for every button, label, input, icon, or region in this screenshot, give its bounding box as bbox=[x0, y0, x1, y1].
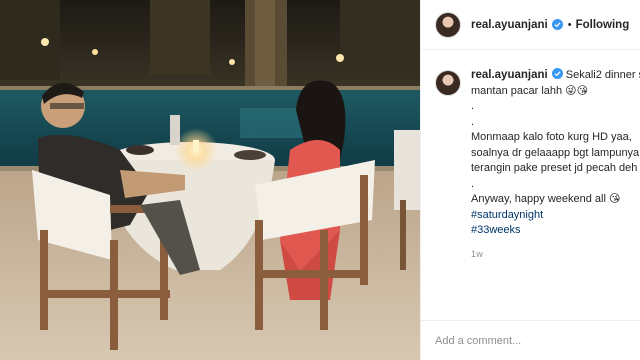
hashtag-link[interactable]: #saturdaynight bbox=[471, 208, 640, 224]
caption-text-line: soalnya dr gelaaapp bgt lampunya d bbox=[471, 146, 640, 159]
caption-first-line: real.ayuanjani Sekali2 dinner sm bbox=[471, 68, 640, 84]
verified-badge-icon bbox=[551, 19, 563, 30]
add-comment-input[interactable] bbox=[435, 334, 625, 347]
instagram-post: real.ayuanjani • Following real.ayuanjan… bbox=[0, 0, 640, 360]
add-comment-bar bbox=[421, 320, 640, 360]
following-button[interactable]: Following bbox=[576, 19, 630, 31]
post-timestamp[interactable]: 1w bbox=[471, 247, 640, 263]
post-header: real.ayuanjani • Following bbox=[421, 0, 640, 50]
post-photo[interactable] bbox=[0, 0, 420, 360]
header-separator: • bbox=[567, 18, 572, 31]
caption-verified-badge-icon bbox=[551, 68, 563, 79]
post-side-panel: real.ayuanjani • Following real.ayuanjan… bbox=[420, 0, 640, 360]
caption-text-line: . bbox=[471, 115, 475, 128]
caption-text-line: terangin pake preset jd pecah deh 😅 bbox=[471, 162, 640, 174]
dinner-photo-illustration bbox=[0, 0, 420, 360]
header-username[interactable]: real.ayuanjani bbox=[471, 19, 548, 31]
caption-avatar[interactable] bbox=[435, 70, 461, 96]
caption-body: real.ayuanjani Sekali2 dinner sm bbox=[471, 68, 640, 84]
hashtag-link[interactable]: #33weeks bbox=[471, 223, 640, 239]
caption-text-line: . bbox=[471, 100, 475, 112]
caption-text-line: Monmaap kalo foto kurg HD yaa, bbox=[471, 131, 632, 143]
caption-text-line: Sekali2 dinner sm bbox=[565, 69, 640, 81]
caption-text-line: Anyway, happy weekend all 😘 bbox=[471, 193, 621, 205]
caption-text-line: . bbox=[471, 177, 475, 190]
profile-avatar[interactable] bbox=[435, 11, 461, 38]
caption-text-line: mantan pacar lahh 😜😘 bbox=[471, 84, 589, 97]
caption-comment: real.ayuanjani Sekali2 dinner sm mantan … bbox=[435, 68, 640, 262]
caption-username[interactable]: real.ayuanjani bbox=[471, 69, 548, 81]
